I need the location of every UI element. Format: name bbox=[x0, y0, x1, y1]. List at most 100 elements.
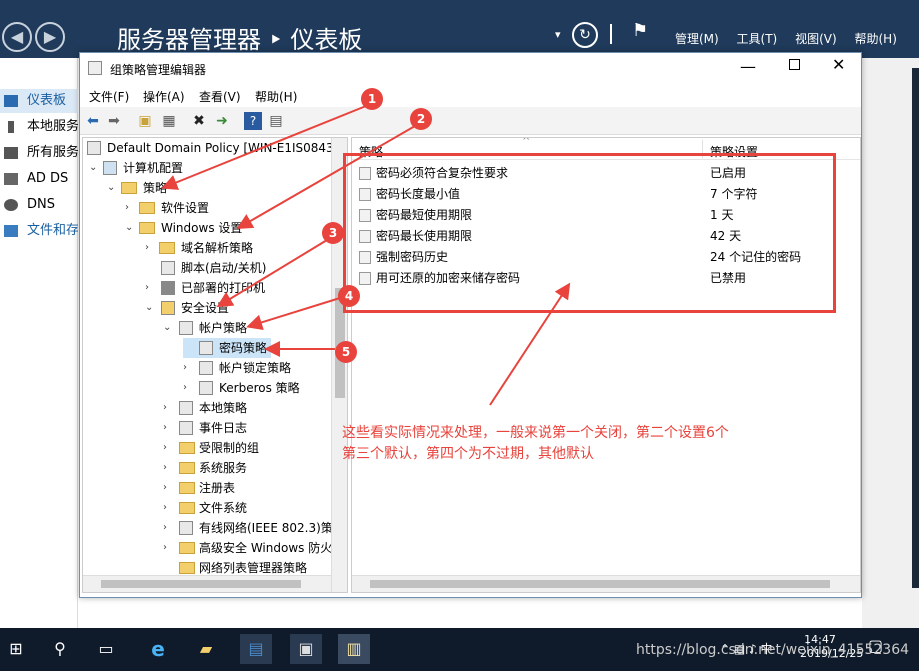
expand-icon[interactable]: › bbox=[163, 438, 173, 458]
sidebar-item-all-servers[interactable]: 所有服务 bbox=[0, 141, 78, 165]
scrollbar[interactable] bbox=[912, 68, 919, 588]
file-explorer-icon[interactable]: ▰ bbox=[190, 634, 222, 664]
expand-icon[interactable]: › bbox=[163, 518, 173, 538]
tree-node-wired-network[interactable]: › 有线网络(IEEE 802.3)策略 bbox=[163, 518, 345, 538]
dropdown-icon[interactable]: ▾ bbox=[555, 28, 561, 41]
collapse-icon[interactable]: ⌄ bbox=[107, 178, 117, 198]
maximize-button[interactable] bbox=[789, 59, 800, 70]
flag-icon[interactable]: ⚑ bbox=[632, 20, 648, 41]
expand-icon[interactable]: › bbox=[145, 238, 155, 258]
sidebar-item-ad-ds[interactable]: AD DS bbox=[0, 167, 78, 191]
policy-icon bbox=[179, 421, 193, 435]
show-hide-tree-icon[interactable]: ▦ bbox=[160, 112, 178, 130]
tree-node-policies[interactable]: ⌄ 策略 bbox=[107, 178, 167, 198]
tree-node-label: 安全设置 bbox=[181, 301, 230, 315]
export-icon[interactable]: ➜ bbox=[213, 112, 231, 130]
gpo-editor-task-icon[interactable]: ▥ bbox=[338, 634, 370, 664]
collapse-icon[interactable]: ⌄ bbox=[163, 318, 173, 338]
back-arrow-icon[interactable]: ⬅ bbox=[84, 112, 102, 130]
tree-node-label: 软件设置 bbox=[161, 201, 210, 215]
menu-manage[interactable]: 管理(M) bbox=[675, 32, 719, 46]
expand-icon[interactable]: › bbox=[163, 458, 173, 478]
tree-node-security-settings[interactable]: ⌄ 安全设置 bbox=[145, 298, 229, 318]
back-icon[interactable]: ◀ bbox=[2, 22, 32, 52]
collapse-icon[interactable]: ⌄ bbox=[125, 218, 135, 238]
scrollbar-thumb[interactable] bbox=[101, 580, 301, 588]
tree-node-file-system[interactable]: › 文件系统 bbox=[163, 498, 247, 518]
menu-view[interactable]: 视图(V) bbox=[795, 32, 837, 46]
up-folder-icon[interactable]: ▣ bbox=[136, 112, 154, 130]
expand-icon[interactable]: › bbox=[163, 418, 173, 438]
tree-node-label: 域名解析策略 bbox=[181, 241, 254, 255]
server-manager-header: ◀ ▶ 服务器管理器 ‣ 仪表板 ▾ ↻ ⚑ 管理(M) 工具(T) 视图(V)… bbox=[0, 0, 919, 58]
minimize-button[interactable]: — bbox=[740, 57, 756, 76]
tree-node-label: 系统服务 bbox=[199, 461, 248, 475]
expand-icon[interactable]: › bbox=[163, 538, 173, 558]
tree-node-label: 网络列表管理器策略 bbox=[199, 561, 308, 575]
tree-node-windows-settings[interactable]: ⌄ Windows 设置 bbox=[125, 218, 242, 238]
tree-node-firewall[interactable]: › 高级安全 Windows 防火墙 bbox=[163, 538, 344, 558]
badge-5: 5 bbox=[335, 341, 357, 363]
tree-node-system-services[interactable]: › 系统服务 bbox=[163, 458, 247, 478]
tree-node-software-settings[interactable]: › 软件设置 bbox=[125, 198, 209, 218]
start-windows-icon[interactable]: ⊞ bbox=[0, 634, 32, 664]
delete-icon[interactable]: ✖ bbox=[190, 112, 208, 130]
menu-help[interactable]: 帮助(H) bbox=[255, 88, 297, 105]
forward-arrow-icon[interactable]: ➡ bbox=[105, 112, 123, 130]
tree-node-name-resolution[interactable]: › 域名解析策略 bbox=[145, 238, 253, 258]
tree-root[interactable]: Default Domain Policy [WIN-E1IS0843P bbox=[87, 138, 341, 158]
menu-file[interactable]: 文件(F) bbox=[89, 88, 129, 105]
task-view-icon[interactable]: ▭ bbox=[90, 634, 122, 664]
tree-node-lockout-policy[interactable]: › 帐户锁定策略 bbox=[183, 358, 291, 378]
ie-icon[interactable]: e bbox=[142, 634, 174, 664]
expand-icon[interactable]: › bbox=[183, 378, 193, 398]
tree-node-scripts[interactable]: 脚本(启动/关机) bbox=[145, 258, 266, 278]
tree-node-account-policies[interactable]: ⌄ 帐户策略 bbox=[163, 318, 247, 338]
expand-icon[interactable]: › bbox=[183, 358, 193, 378]
server-manager-menus: 管理(M) 工具(T) 视图(V) 帮助(H) bbox=[675, 30, 911, 47]
expand-icon[interactable]: › bbox=[145, 278, 155, 298]
list-horizontal-scrollbar[interactable] bbox=[352, 575, 860, 592]
sidebar-item-dns[interactable]: DNS bbox=[0, 193, 78, 217]
tree-node-label: 计算机配置 bbox=[123, 161, 184, 175]
tree-node-password-policy[interactable]: 密码策略 bbox=[183, 338, 272, 358]
collapse-icon[interactable]: ⌄ bbox=[145, 298, 155, 318]
search-icon[interactable]: ⚲ bbox=[44, 634, 76, 664]
close-button[interactable]: ✕ bbox=[832, 55, 845, 74]
menu-tools[interactable]: 工具(T) bbox=[737, 32, 778, 46]
tree-pane: Default Domain Policy [WIN-E1IS0843P ⌄ 计… bbox=[82, 137, 348, 593]
tree-node-local-policies[interactable]: › 本地策略 bbox=[163, 398, 247, 418]
sidebar-item-local-server[interactable]: 本地服务 bbox=[0, 115, 78, 139]
menu-action[interactable]: 操作(A) bbox=[143, 88, 185, 105]
menu-view[interactable]: 查看(V) bbox=[199, 88, 241, 105]
tree-horizontal-scrollbar[interactable] bbox=[83, 575, 331, 592]
expand-icon[interactable]: › bbox=[163, 478, 173, 498]
forward-icon[interactable]: ▶ bbox=[35, 22, 65, 52]
expand-icon[interactable]: › bbox=[163, 498, 173, 518]
scrollbar-thumb[interactable] bbox=[370, 580, 830, 588]
sidebar-item-file-storage[interactable]: 文件和存 bbox=[0, 219, 78, 243]
gpmc-task-icon[interactable]: ▣ bbox=[290, 634, 322, 664]
server-manager-right-pane bbox=[862, 58, 919, 628]
lock-folder-icon bbox=[179, 502, 195, 514]
toolbar: ⬅ ➡ ▣ ▦ ✖ ➜ ? ▤ bbox=[80, 107, 861, 135]
collapse-icon[interactable]: ⌄ bbox=[89, 158, 99, 178]
menu-help[interactable]: 帮助(H) bbox=[854, 32, 896, 46]
refresh-icon[interactable]: ↻ bbox=[572, 22, 598, 48]
note-line: 这些看实际情况来处理，一般来说第一个关闭，第二个设置6个 bbox=[342, 425, 729, 441]
sidebar-item-dashboard[interactable]: 仪表板 bbox=[0, 89, 78, 113]
tree-node-printers[interactable]: › 已部署的打印机 bbox=[145, 278, 265, 298]
tree-node-kerberos-policy[interactable]: › Kerberos 策略 bbox=[183, 378, 300, 398]
tree-node-computer-config[interactable]: ⌄ 计算机配置 bbox=[89, 158, 183, 178]
expand-icon[interactable]: › bbox=[125, 198, 135, 218]
tree-node-restricted-groups[interactable]: › 受限制的组 bbox=[163, 438, 259, 458]
expand-icon[interactable]: › bbox=[163, 398, 173, 418]
help-icon[interactable]: ? bbox=[244, 112, 262, 130]
tree-node-registry[interactable]: › 注册表 bbox=[163, 478, 235, 498]
properties-icon[interactable]: ▤ bbox=[267, 112, 285, 130]
server-manager-task-icon[interactable]: ▤ bbox=[240, 634, 272, 664]
window-titlebar[interactable]: 组策略管理编辑器 — ✕ bbox=[80, 53, 861, 83]
tree-node-event-log[interactable]: › 事件日志 bbox=[163, 418, 247, 438]
tree-node-label: Default Domain Policy [WIN-E1IS0843P bbox=[107, 141, 341, 155]
folder-icon bbox=[159, 242, 175, 254]
